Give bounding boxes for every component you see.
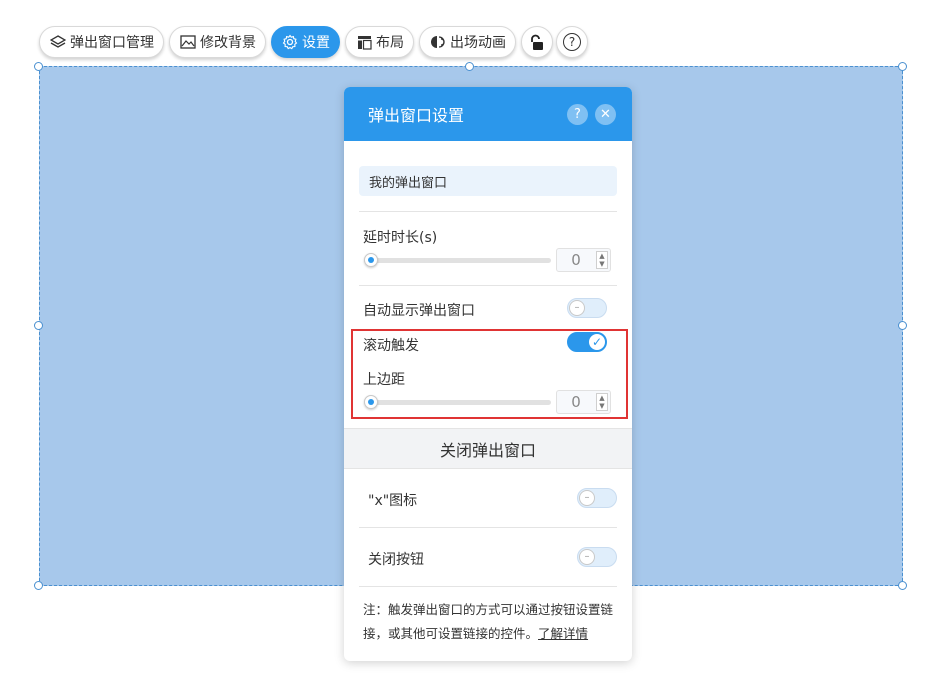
delay-label: 延时时长(s) xyxy=(363,230,438,246)
resize-handle-top-right[interactable] xyxy=(898,62,907,71)
layout-icon xyxy=(355,33,373,51)
resize-handle-bottom-left[interactable] xyxy=(34,581,43,590)
popup-settings-panel: 弹出窗口设置 ? ✕ 延时时长(s) 0 ▲▼ 自动显示弹出窗口 – 滚动触发 … xyxy=(344,87,632,661)
popup-manage-button[interactable]: 弹出窗口管理 xyxy=(39,26,164,58)
animation-label: 出场动画 xyxy=(450,35,506,51)
learn-more-link[interactable]: 了解详情 xyxy=(538,626,588,641)
check-icon: ✓ xyxy=(589,334,605,350)
popup-name-input[interactable] xyxy=(359,166,617,196)
delay-stepper[interactable]: ▲ ▼ xyxy=(596,251,608,269)
layers-icon xyxy=(49,33,67,51)
animation-button[interactable]: 出场动画 xyxy=(419,26,516,58)
panel-help-icon[interactable]: ? xyxy=(567,104,588,125)
delay-slider[interactable] xyxy=(364,253,551,267)
toggle-off-icon: – xyxy=(579,549,595,565)
resize-handle-top-left[interactable] xyxy=(34,62,43,71)
x-icon-label: "x"图标 xyxy=(368,493,418,509)
close-section-header: 关闭弹出窗口 xyxy=(344,428,632,469)
divider xyxy=(359,285,617,286)
resize-handle-bottom-right[interactable] xyxy=(898,581,907,590)
auto-show-label: 自动显示弹出窗口 xyxy=(363,303,475,319)
unlock-icon xyxy=(529,34,545,51)
settings-label: 设置 xyxy=(302,35,330,51)
close-button-toggle[interactable]: – xyxy=(577,547,617,567)
toggle-off-icon: – xyxy=(569,300,585,316)
resize-handle-top[interactable] xyxy=(465,62,474,71)
scroll-trigger-toggle[interactable]: ✓ xyxy=(567,332,607,352)
panel-close-icon[interactable]: ✕ xyxy=(595,104,616,125)
gear-icon xyxy=(281,33,299,51)
resize-handle-right[interactable] xyxy=(898,321,907,330)
top-margin-stepper[interactable]: ▲ ▼ xyxy=(596,393,608,411)
divider xyxy=(359,586,617,587)
divider xyxy=(359,527,617,528)
resize-handle-left[interactable] xyxy=(34,321,43,330)
panel-header: 弹出窗口设置 ? ✕ xyxy=(344,87,632,141)
animation-icon xyxy=(429,33,447,51)
close-section-title: 关闭弹出窗口 xyxy=(439,440,536,460)
scroll-trigger-label: 滚动触发 xyxy=(363,338,419,354)
settings-button[interactable]: 设置 xyxy=(271,26,340,58)
top-margin-number-input[interactable]: 0 ▲ ▼ xyxy=(556,390,611,414)
auto-show-toggle[interactable]: – xyxy=(567,298,607,318)
toggle-off-icon: – xyxy=(579,490,595,506)
change-background-button[interactable]: 修改背景 xyxy=(169,26,266,58)
top-margin-slider-thumb[interactable] xyxy=(364,395,378,409)
help-icon: ? xyxy=(563,33,581,51)
change-background-label: 修改背景 xyxy=(200,35,256,51)
layout-button[interactable]: 布局 xyxy=(345,26,414,58)
divider xyxy=(359,211,617,212)
x-icon-toggle[interactable]: – xyxy=(577,488,617,508)
panel-title: 弹出窗口设置 xyxy=(368,106,465,125)
top-margin-label: 上边距 xyxy=(363,372,405,388)
delay-slider-thumb[interactable] xyxy=(364,253,378,267)
lock-button[interactable] xyxy=(521,26,553,58)
top-margin-value: 0 xyxy=(571,393,581,411)
popup-manage-label: 弹出窗口管理 xyxy=(70,35,154,51)
layout-label: 布局 xyxy=(376,35,404,51)
top-margin-slider[interactable] xyxy=(364,395,551,409)
delay-number-input[interactable]: 0 ▲ ▼ xyxy=(556,248,611,272)
note-text: 注：触发弹出窗口的方式可以通过按钮设置链接，或其他可设置链接的控件。了解详情 xyxy=(363,598,621,646)
close-button-label: 关闭按钮 xyxy=(368,552,424,568)
delay-value: 0 xyxy=(571,251,581,269)
help-button[interactable]: ? xyxy=(556,26,588,58)
image-icon xyxy=(179,33,197,51)
